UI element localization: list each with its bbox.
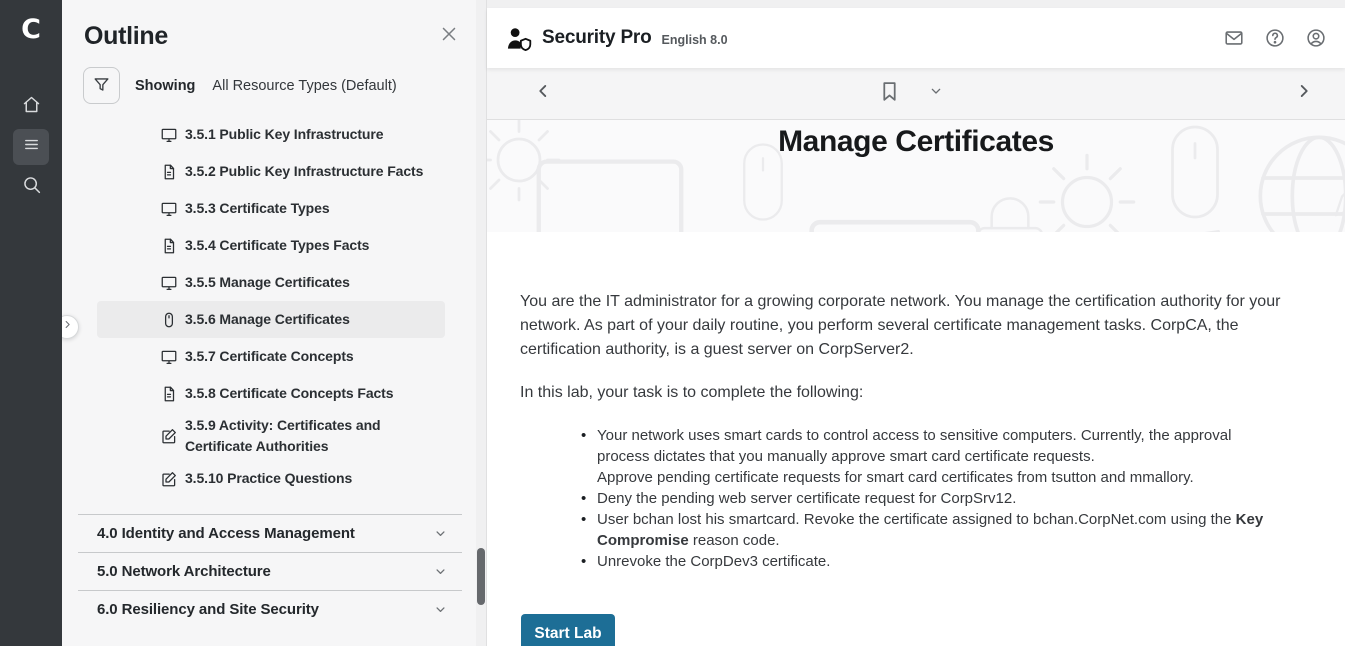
outline-item-list: 3.5.1 Public Key Infrastructure 3.5.2 Pub… [62,116,486,497]
outline-item-label: 3.5.5 Manage Certificates [185,272,350,293]
outline-item[interactable]: 3.5.8 Certificate Concepts Facts [97,375,445,412]
document-icon [160,385,178,403]
outline-scrollbar-thumb[interactable] [477,548,485,605]
menu-icon [21,134,42,160]
outline-item[interactable]: 3.5.7 Certificate Concepts [97,338,445,375]
windows-watermark-icon [1127,212,1237,232]
close-outline-button[interactable] [438,23,460,50]
chevron-left-icon [532,80,554,107]
main-area: Security Pro English 8.0 Manage Certific… [486,0,1345,646]
bookmark-button[interactable] [877,79,902,109]
outline-item-label: 3.5.3 Certificate Types [185,198,330,219]
outline-item-label: 3.5.6 Manage Certificates [185,309,350,330]
outline-item-label: 3.5.10 Practice Questions [185,468,352,489]
task-item: User bchan lost his smartcard. Revoke th… [581,509,1273,551]
outline-section-header[interactable]: 5.0 Network Architecture [78,552,462,590]
task-heading: In this lab, your task is to complete th… [520,384,1345,402]
outline-item-label: 3.5.9 Activity: Certificates and Certifi… [185,415,437,457]
outline-panel-title: Outline [84,22,168,51]
chevron-down-icon [928,83,944,104]
previous-page-button[interactable] [532,80,554,107]
resource-filter-value: All Resource Types (Default) [212,78,396,94]
search-button[interactable] [13,169,49,205]
task-item: Your network uses smart cards to control… [581,425,1273,488]
product-edition: English 8.0 [662,33,728,47]
document-icon [160,163,178,181]
outline-item[interactable]: 3.5.5 Manage Certificates [97,264,445,301]
start-lab-button[interactable]: Start Lab [521,614,615,646]
monitor-icon [160,200,178,218]
outline-item[interactable]: 3.5.10 Practice Questions [97,460,445,497]
outline-section-label: 5.0 Network Architecture [97,563,271,580]
monitor-icon [160,274,178,292]
app-sidebar: C [0,0,62,646]
showing-label: Showing [135,78,195,94]
outline-menu-button[interactable] [13,129,49,165]
outline-item[interactable]: 3.5.9 Activity: Certificates and Certifi… [97,412,445,460]
help-icon[interactable] [1264,27,1286,49]
resource-filter-row: Showing All Resource Types (Default) [83,67,486,104]
outline-section-header[interactable]: 4.0 Identity and Access Management [78,514,462,552]
outline-item-label: 3.5.2 Public Key Infrastructure Facts [185,161,423,182]
outline-item[interactable]: 3.5.4 Certificate Types Facts [97,227,445,264]
outline-item[interactable]: 3.5.3 Certificate Types [97,190,445,227]
outline-section-header[interactable]: 6.0 Resiliency and Site Security [78,590,462,628]
outline-item[interactable]: 3.5.1 Public Key Infrastructure [97,116,445,153]
lab-description: You are the IT administrator for a growi… [487,232,1345,646]
task-item: Unrevoke the CorpDev3 certificate. [581,551,1273,572]
top-strip [487,0,1345,8]
app-window: C Outline Showing All Resource Types (De… [0,0,1345,646]
task-list: Your network uses smart cards to control… [581,425,1273,572]
app-logo: C [21,14,41,45]
outline-section-label: 4.0 Identity and Access Management [97,525,355,542]
outline-item-label: 3.5.1 Public Key Infrastructure [185,124,383,145]
chevron-down-icon [433,564,448,579]
task-item: Deny the pending web server certificate … [581,488,1273,509]
outline-panel: Outline Showing All Resource Types (Defa… [62,0,486,646]
monitor-icon [160,126,178,144]
outline-section-label: 6.0 Resiliency and Site Security [97,601,319,618]
monitor-icon [160,348,178,366]
chevron-right-icon [1293,80,1315,107]
document-icon [160,237,178,255]
security-person-icon [505,25,532,52]
scenario-paragraph: You are the IT administrator for a growi… [520,290,1304,362]
outline-item-label: 3.5.7 Certificate Concepts [185,346,354,367]
home-button[interactable] [13,89,49,125]
outline-item-label: 3.5.8 Certificate Concepts Facts [185,383,393,404]
outline-item[interactable]: 3.5.6 Manage Certificates [97,301,445,338]
lesson-toolbar [487,68,1345,120]
outline-item-label: 3.5.4 Certificate Types Facts [185,235,369,256]
next-page-button[interactable] [1293,80,1315,107]
edit-icon [160,470,178,488]
chevron-down-icon [433,526,448,541]
product-title: Security Pro [542,27,652,49]
bookmark-menu-button[interactable] [928,83,944,104]
filter-icon [92,75,111,97]
outline-section-list: 4.0 Identity and Access Management 5.0 Ne… [78,514,462,628]
chevron-down-icon [433,602,448,617]
chevron-right-icon [62,318,74,336]
outline-scrollbar[interactable] [476,0,486,646]
product-header: Security Pro English 8.0 [487,8,1345,68]
outline-item[interactable]: 3.5.2 Public Key Infrastructure Facts [97,153,445,190]
edit-icon [160,427,178,445]
search-icon [21,174,42,200]
page-title: Manage Certificates [487,125,1345,159]
lesson-banner: Manage Certificates [487,120,1345,232]
bookmark-icon [877,79,902,109]
filter-button[interactable] [83,67,120,104]
mouse-icon [160,311,178,329]
mail-icon[interactable] [1223,27,1245,49]
account-icon[interactable] [1305,27,1327,49]
close-icon [438,23,460,50]
home-icon [21,94,42,120]
